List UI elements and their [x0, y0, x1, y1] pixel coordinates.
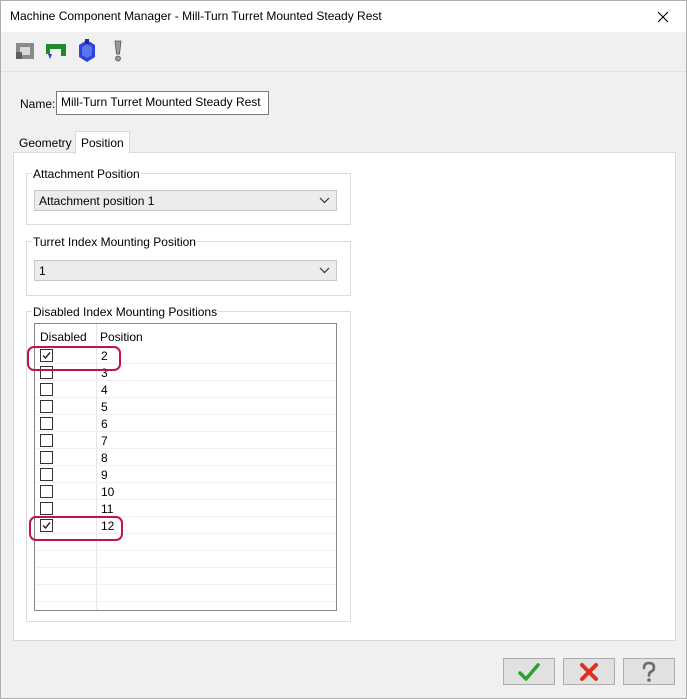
disabled-checkbox[interactable] [40, 451, 53, 464]
position-value: 2 [101, 349, 108, 363]
component-icon[interactable] [12, 38, 38, 64]
window-title: Machine Component Manager - Mill-Turn Tu… [10, 9, 382, 23]
disabled-positions-title: Disabled Index Mounting Positions [32, 305, 219, 319]
table-row[interactable]: 9 [35, 466, 336, 483]
x-icon [580, 662, 598, 681]
position-value: 11 [101, 502, 114, 516]
name-label: Name: [20, 97, 56, 111]
close-button[interactable] [640, 1, 686, 32]
checkmark-icon [42, 352, 51, 360]
ok-button[interactable] [503, 658, 555, 685]
table-row[interactable]: 12 [35, 517, 336, 534]
turret-icon[interactable] [74, 38, 100, 64]
checkmark-icon [42, 522, 51, 530]
disabled-checkbox[interactable] [40, 519, 53, 532]
list-header: Disabled Position [35, 324, 336, 347]
disabled-checkbox[interactable] [40, 349, 53, 362]
holder-icon[interactable] [44, 38, 70, 64]
table-row[interactable]: 8 [35, 449, 336, 466]
column-header-position[interactable]: Position [100, 330, 143, 344]
disabled-positions-list[interactable]: Disabled Position 2 3 4 5 6 7 8 9 10 11 12 [34, 323, 337, 611]
turret-index-value: 1 [39, 264, 46, 278]
disabled-checkbox[interactable] [40, 366, 53, 379]
position-value: 12 [101, 519, 115, 533]
checkmark-icon [518, 662, 540, 681]
disabled-checkbox[interactable] [40, 417, 53, 430]
name-input[interactable]: Mill-Turn Turret Mounted Steady Rest [56, 91, 269, 115]
table-row[interactable]: 4 [35, 381, 336, 398]
position-value: 10 [101, 485, 115, 499]
attachment-position-title: Attachment Position [32, 167, 141, 181]
table-row [35, 551, 336, 568]
dialog-window: Machine Component Manager - Mill-Turn Tu… [0, 0, 687, 699]
disabled-checkbox[interactable] [40, 383, 53, 396]
disabled-checkbox[interactable] [40, 434, 53, 447]
position-value: 7 [101, 434, 108, 448]
tab-geometry[interactable]: Geometry [14, 132, 75, 153]
table-row [35, 585, 336, 602]
disabled-checkbox[interactable] [40, 400, 53, 413]
position-value: 3 [101, 366, 108, 380]
toolbar [1, 32, 686, 72]
table-row[interactable]: 7 [35, 432, 336, 449]
turret-index-dropdown[interactable]: 1 [34, 260, 337, 281]
attachment-position-dropdown[interactable]: Attachment position 1 [34, 190, 337, 211]
chevron-down-icon [319, 197, 330, 204]
table-row[interactable]: 5 [35, 398, 336, 415]
attachment-position-value: Attachment position 1 [39, 194, 155, 208]
question-mark-icon [642, 661, 656, 682]
tab-position[interactable]: Position [75, 131, 130, 154]
turret-index-title: Turret Index Mounting Position [32, 235, 197, 249]
position-value: 4 [101, 383, 108, 397]
table-row[interactable]: 10 [35, 483, 336, 500]
position-value: 5 [101, 400, 108, 414]
table-row[interactable]: 2 [35, 347, 336, 364]
cancel-button[interactable] [563, 658, 615, 685]
disabled-checkbox[interactable] [40, 502, 53, 515]
table-row[interactable]: 6 [35, 415, 336, 432]
column-header-disabled[interactable]: Disabled [40, 330, 87, 344]
warning-icon[interactable] [105, 38, 131, 64]
close-icon [657, 11, 669, 22]
table-row[interactable]: 11 [35, 500, 336, 517]
chevron-down-icon [319, 267, 330, 274]
help-button[interactable] [623, 658, 675, 685]
disabled-checkbox[interactable] [40, 468, 53, 481]
table-row[interactable]: 3 [35, 364, 336, 381]
position-value: 6 [101, 417, 108, 431]
disabled-checkbox[interactable] [40, 485, 53, 498]
title-bar: Machine Component Manager - Mill-Turn Tu… [1, 1, 686, 32]
table-row [35, 534, 336, 551]
position-value: 8 [101, 451, 108, 465]
position-value: 9 [101, 468, 108, 482]
table-row [35, 568, 336, 585]
